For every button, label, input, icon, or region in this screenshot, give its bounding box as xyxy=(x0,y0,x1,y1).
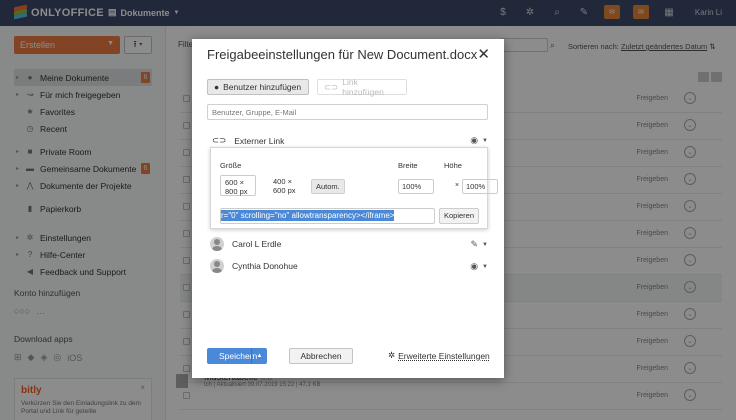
avatar xyxy=(210,237,224,251)
save-button[interactable]: Speichern ▲ xyxy=(207,348,267,364)
gear-icon: ✲ xyxy=(388,350,396,360)
chevron-down-icon: ▼ xyxy=(482,137,488,144)
avatar xyxy=(210,259,224,273)
size-label: Größe xyxy=(220,161,242,170)
add-users-button[interactable]: ● Benutzer hinzufügen xyxy=(207,79,309,95)
access-rights-selector[interactable]: ◉ ▼ xyxy=(470,135,488,146)
size-400x600-button[interactable]: 400 × 600 px xyxy=(269,175,309,196)
embed-code-field[interactable]: r="0" scrolling="no" allowtransparency><… xyxy=(220,208,435,224)
eye-icon: ◉ xyxy=(470,135,479,145)
link-icon: ⊂⊃ xyxy=(324,81,339,92)
add-users-label: Benutzer hinzufügen xyxy=(223,82,302,92)
copy-button[interactable]: Kopieren xyxy=(439,208,480,224)
width-input[interactable]: 100% xyxy=(398,179,434,194)
add-link-label: Link hinzufügen xyxy=(342,77,384,97)
chevron-down-icon: ▼ xyxy=(482,241,488,248)
access-rights-selector[interactable]: ◉ ▼ xyxy=(470,261,488,272)
height-label: Höhe xyxy=(444,161,462,170)
size-600x800-button[interactable]: 600 × 800 px xyxy=(220,175,256,196)
width-label: Breite xyxy=(398,161,418,170)
dialog-title: Freigabeeinstellungen für New Document.d… xyxy=(207,47,478,62)
chevron-down-icon[interactable]: ▲ xyxy=(251,348,267,364)
close-icon[interactable]: ✕ xyxy=(477,45,490,63)
external-link-row[interactable]: ⊂⊃ Externer Link xyxy=(212,135,284,146)
embed-code-panel: Größe Breite Höhe 600 × 800 px 400 × 600… xyxy=(210,147,498,229)
share-entry: Cynthia Donohue xyxy=(210,259,298,273)
external-link-label: Externer Link xyxy=(234,135,285,146)
height-input[interactable]: 100% xyxy=(462,179,498,194)
user-search-input[interactable] xyxy=(207,104,488,120)
share-entry: Carol L Erdle xyxy=(210,237,281,251)
link-icon: ⊂⊃ xyxy=(212,135,227,145)
cancel-button[interactable]: Abbrechen xyxy=(289,348,353,364)
person-name: Cynthia Donohue xyxy=(232,261,298,271)
auto-size-button[interactable]: Autom. xyxy=(311,179,345,194)
advanced-settings-link[interactable]: ✲ Erweiterte Einstellungen xyxy=(388,350,490,361)
embed-code-text: r="0" scrolling="no" allowtransparency><… xyxy=(221,210,395,221)
review-icon: ✎ xyxy=(470,239,479,249)
access-rights-selector[interactable]: ✎ ▼ xyxy=(471,239,489,250)
add-link-button[interactable]: ⊂⊃ Link hinzufügen xyxy=(317,77,407,97)
eye-icon: ◉ xyxy=(470,261,479,271)
user-icon: ● xyxy=(214,82,220,92)
person-name: Carol L Erdle xyxy=(232,239,282,249)
sharing-settings-dialog: Freigabeeinstellungen für New Document.d… xyxy=(192,39,504,378)
advanced-settings-label: Erweiterte Einstellungen xyxy=(398,350,490,361)
chevron-down-icon: ▼ xyxy=(482,263,488,270)
times-sign: × xyxy=(455,182,460,189)
